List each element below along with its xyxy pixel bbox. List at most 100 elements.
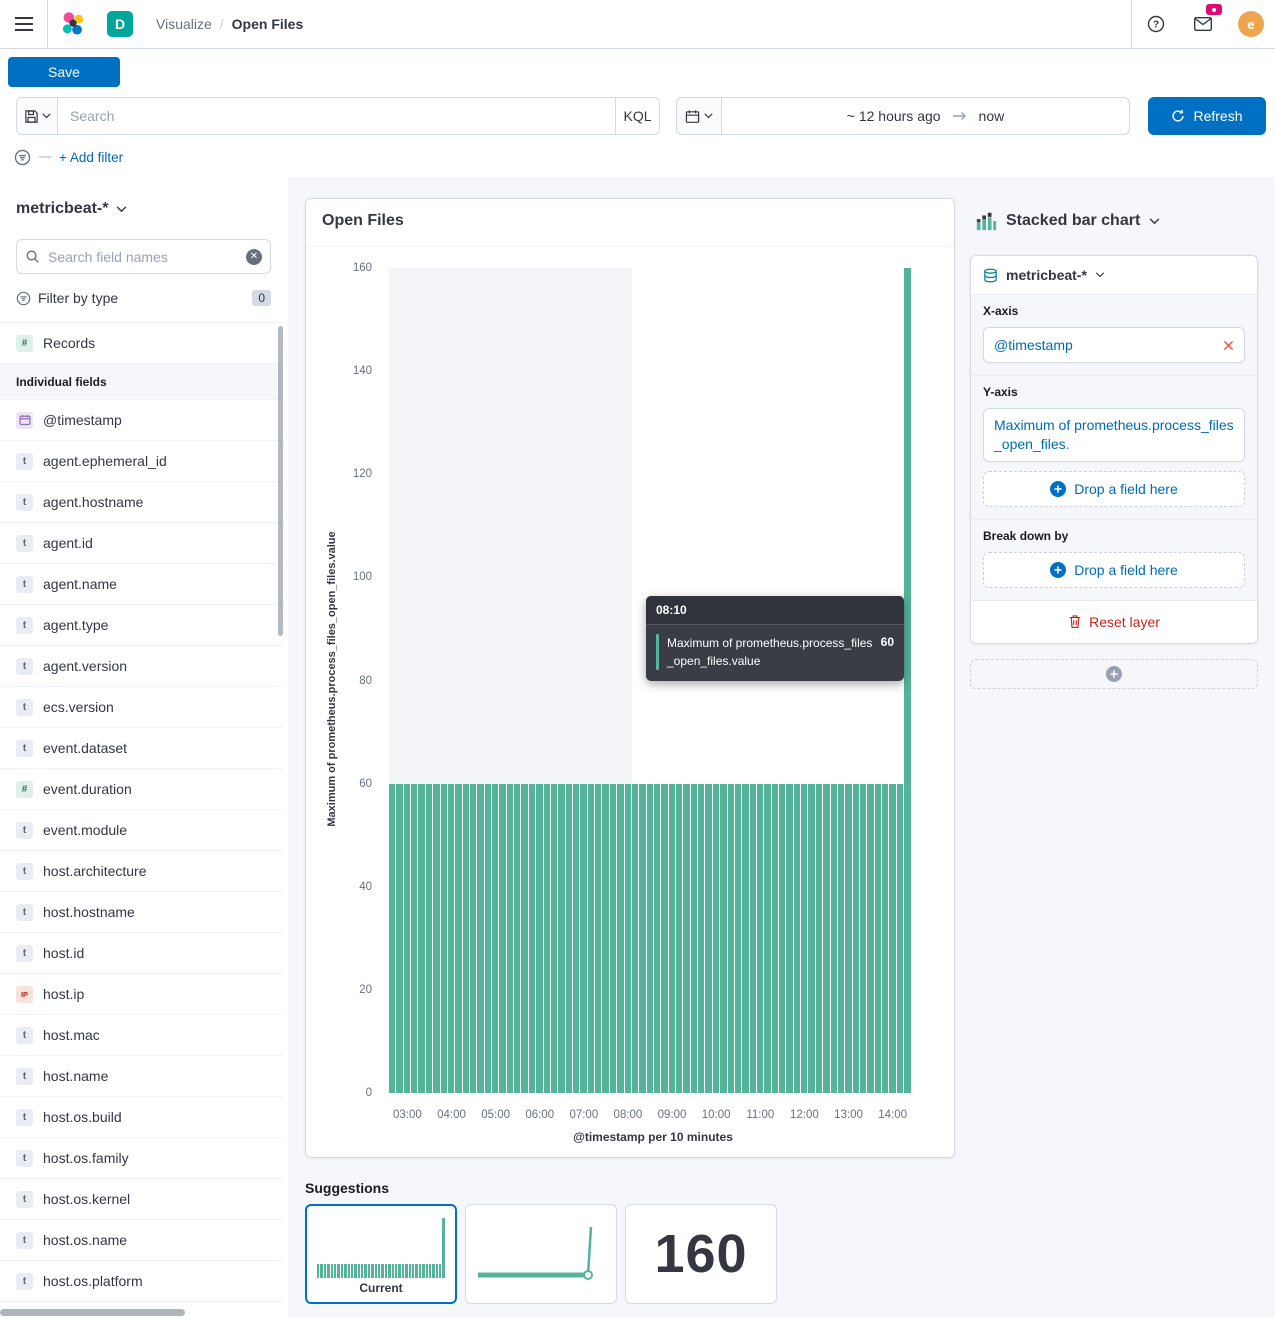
chart-bar[interactable]: [455, 784, 461, 1093]
field-item-event.duration[interactable]: #event.duration: [0, 769, 282, 810]
clear-search-icon[interactable]: ✕: [246, 249, 262, 265]
field-list-scrollbar[interactable]: [278, 326, 283, 636]
x-axis-dimension[interactable]: @timestamp: [983, 327, 1245, 363]
chart-bar[interactable]: [654, 784, 660, 1093]
search-input[interactable]: [58, 97, 616, 135]
chart-bar[interactable]: [669, 784, 675, 1093]
chart-bar[interactable]: [838, 784, 844, 1093]
chart-bar[interactable]: [683, 784, 689, 1093]
chart-bar[interactable]: [816, 784, 822, 1093]
field-item-host.os.kernel[interactable]: thost.os.kernel: [0, 1179, 282, 1220]
chart-bar[interactable]: [558, 784, 564, 1093]
chart-bar[interactable]: [845, 784, 851, 1093]
chart-bar[interactable]: [411, 784, 417, 1093]
field-item-agent.id[interactable]: tagent.id: [0, 523, 282, 564]
chart-bar[interactable]: [499, 784, 505, 1093]
chart-bar[interactable]: [418, 784, 424, 1093]
field-item-host.hostname[interactable]: thost.hostname: [0, 892, 282, 933]
suggestion-line-chart[interactable]: [465, 1204, 617, 1304]
field-item-host.architecture[interactable]: thost.architecture: [0, 851, 282, 892]
newsfeed-button[interactable]: [1179, 0, 1227, 48]
chart-bar[interactable]: [544, 784, 550, 1093]
chart-bar[interactable]: [566, 784, 572, 1093]
chart-bar[interactable]: [705, 784, 711, 1093]
help-button[interactable]: ?: [1131, 0, 1179, 48]
chart-bar[interactable]: [889, 784, 895, 1093]
index-pattern-switcher[interactable]: metricbeat-*: [16, 200, 127, 218]
chart-type-switcher[interactable]: Stacked bar chart: [975, 210, 1160, 232]
chart-bar[interactable]: [617, 784, 623, 1093]
chart-bar[interactable]: [448, 784, 454, 1093]
chart-bar[interactable]: [691, 784, 697, 1093]
remove-dimension-icon[interactable]: [1223, 340, 1234, 351]
field-item-host.name[interactable]: thost.name: [0, 1056, 282, 1097]
chart-bar[interactable]: [764, 784, 770, 1093]
chart-bar[interactable]: [507, 784, 513, 1093]
time-range-button[interactable]: ~ 12 hours ago now: [722, 97, 1130, 135]
chart-bar[interactable]: [404, 784, 410, 1093]
chart-bar[interactable]: [713, 784, 719, 1093]
chart-bar[interactable]: [698, 784, 704, 1093]
kql-language-button[interactable]: KQL: [616, 97, 660, 135]
chart-bar[interactable]: [801, 784, 807, 1093]
chart-bar[interactable]: [735, 784, 741, 1093]
breadcrumb-visualize[interactable]: Visualize: [156, 16, 212, 32]
chart-bar[interactable]: [492, 784, 498, 1093]
field-item-event.module[interactable]: tevent.module: [0, 810, 282, 851]
suggestion-metric[interactable]: 160: [625, 1204, 777, 1304]
field-item-agent.hostname[interactable]: tagent.hostname: [0, 482, 282, 523]
filter-options-button[interactable]: [14, 149, 31, 166]
chart-bar[interactable]: [676, 784, 682, 1093]
chart-bar[interactable]: [875, 784, 881, 1093]
chart-bar[interactable]: [808, 784, 814, 1093]
chart-bar[interactable]: [551, 784, 557, 1093]
field-item-host.os.name[interactable]: thost.os.name: [0, 1220, 282, 1261]
chart-bar[interactable]: [485, 784, 491, 1093]
y-axis-dimension[interactable]: Maximum of prometheus.process_files_open…: [983, 408, 1245, 462]
chart-bar[interactable]: [794, 784, 800, 1093]
suggestion-current[interactable]: Current: [305, 1204, 457, 1304]
chart-bar[interactable]: [823, 784, 829, 1093]
chart-bar[interactable]: [389, 784, 395, 1093]
chart-bar[interactable]: [639, 784, 645, 1093]
user-menu-button[interactable]: e: [1227, 0, 1275, 48]
chart-bar[interactable]: [853, 784, 859, 1093]
chart-bar[interactable]: [904, 268, 910, 1093]
hamburger-menu-button[interactable]: [0, 0, 48, 48]
field-item-host.mac[interactable]: thost.mac: [0, 1015, 282, 1056]
field-item-agent.type[interactable]: tagent.type: [0, 605, 282, 646]
chart-bar[interactable]: [588, 784, 594, 1093]
chart-bar[interactable]: [786, 784, 792, 1093]
chart-bar[interactable]: [632, 784, 638, 1093]
layer-index-pattern-button[interactable]: metricbeat-*: [971, 256, 1257, 294]
y-axis-drop-zone[interactable]: Drop a field here: [983, 471, 1245, 507]
chart-bar[interactable]: [441, 784, 447, 1093]
chart-bar[interactable]: [529, 784, 535, 1093]
chart-bar[interactable]: [779, 784, 785, 1093]
field-item-ecs.version[interactable]: tecs.version: [0, 687, 282, 728]
field-item-agent.name[interactable]: tagent.name: [0, 564, 282, 605]
time-range-start[interactable]: ~ 12 hours ago: [847, 108, 941, 124]
chart-bar[interactable]: [521, 784, 527, 1093]
chart-bar[interactable]: [580, 784, 586, 1093]
chart-bar[interactable]: [882, 784, 888, 1093]
field-item-agent.version[interactable]: tagent.version: [0, 646, 282, 687]
save-button[interactable]: Save: [8, 57, 120, 87]
field-item-host.ip[interactable]: IPhost.ip: [0, 974, 282, 1015]
chart-bar[interactable]: [860, 784, 866, 1093]
field-item-host.id[interactable]: thost.id: [0, 933, 282, 974]
calendar-menu-button[interactable]: [676, 97, 722, 135]
chart-bar[interactable]: [661, 784, 667, 1093]
field-item-agent.ephemeral_id[interactable]: tagent.ephemeral_id: [0, 441, 282, 482]
field-item-host.os.family[interactable]: thost.os.family: [0, 1138, 282, 1179]
break-down-drop-zone[interactable]: Drop a field here: [983, 552, 1245, 588]
chart-bar[interactable]: [536, 784, 542, 1093]
chart-bar[interactable]: [602, 784, 608, 1093]
chart-bar[interactable]: [625, 784, 631, 1093]
add-layer-button[interactable]: [970, 659, 1258, 689]
filter-by-type-button[interactable]: Filter by type 0: [16, 285, 271, 311]
chart-bar[interactable]: [757, 784, 763, 1093]
chart-bar[interactable]: [470, 784, 476, 1093]
panel-horizontal-scrollbar[interactable]: [0, 1309, 185, 1316]
chart-bar[interactable]: [720, 784, 726, 1093]
